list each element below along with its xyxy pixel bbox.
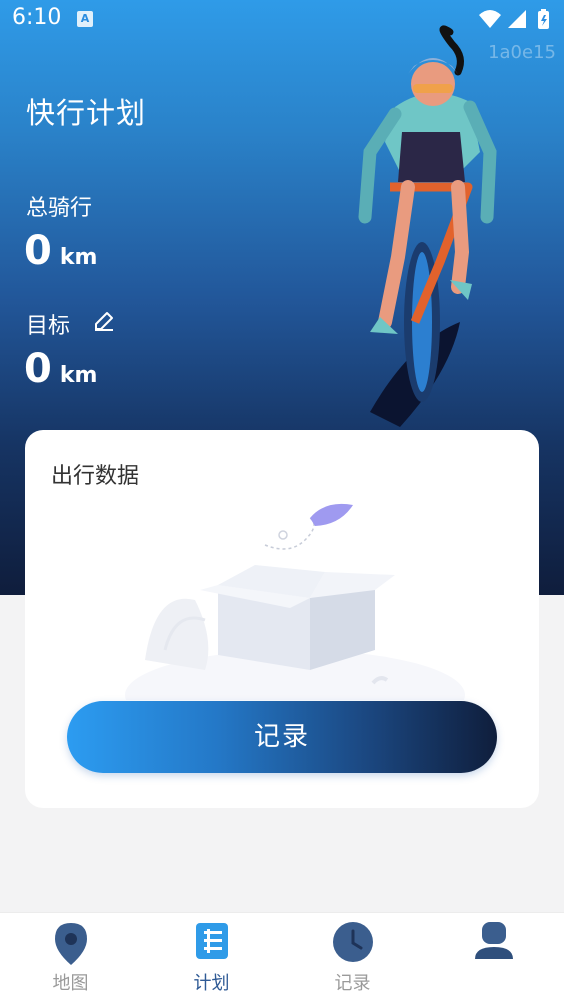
- cyclist-illustration: [340, 22, 520, 436]
- total-ride-number: 0: [24, 228, 52, 274]
- tab-profile[interactable]: [423, 913, 564, 1003]
- tab-record-label: 记录: [334, 973, 371, 994]
- status-time: 6:10: [12, 5, 62, 30]
- tab-plan[interactable]: 计划: [141, 913, 282, 1003]
- tab-plan-label: 计划: [193, 973, 230, 994]
- edit-pencil-icon[interactable]: [92, 309, 116, 337]
- total-ride-unit: km: [59, 245, 98, 270]
- plan-list-icon: [195, 921, 229, 965]
- user-icon: [474, 921, 514, 967]
- notification-a-icon: A: [77, 11, 93, 27]
- tab-map[interactable]: 地图: [0, 913, 141, 1003]
- tab-record[interactable]: 记录: [282, 913, 423, 1003]
- goal-unit: km: [59, 363, 98, 388]
- clock-icon: [332, 921, 374, 967]
- goal-number: 0: [24, 346, 52, 392]
- goal-label: 目标: [26, 314, 71, 339]
- bottom-tab-bar: 地图 计划 记录: [0, 912, 564, 1003]
- travel-data-card: 出行数据 记录: [25, 430, 539, 808]
- battery-icon: [538, 9, 549, 29]
- total-ride-label: 总骑行: [26, 196, 93, 221]
- page-title: 快行计划: [26, 96, 147, 130]
- empty-box-illustration: [125, 480, 465, 740]
- total-ride-value: 0 km: [24, 228, 97, 274]
- record-button[interactable]: 记录: [67, 701, 497, 773]
- map-pin-icon: [53, 921, 89, 971]
- goal-value: 0 km: [24, 346, 97, 392]
- tab-map-label: 地图: [52, 973, 89, 994]
